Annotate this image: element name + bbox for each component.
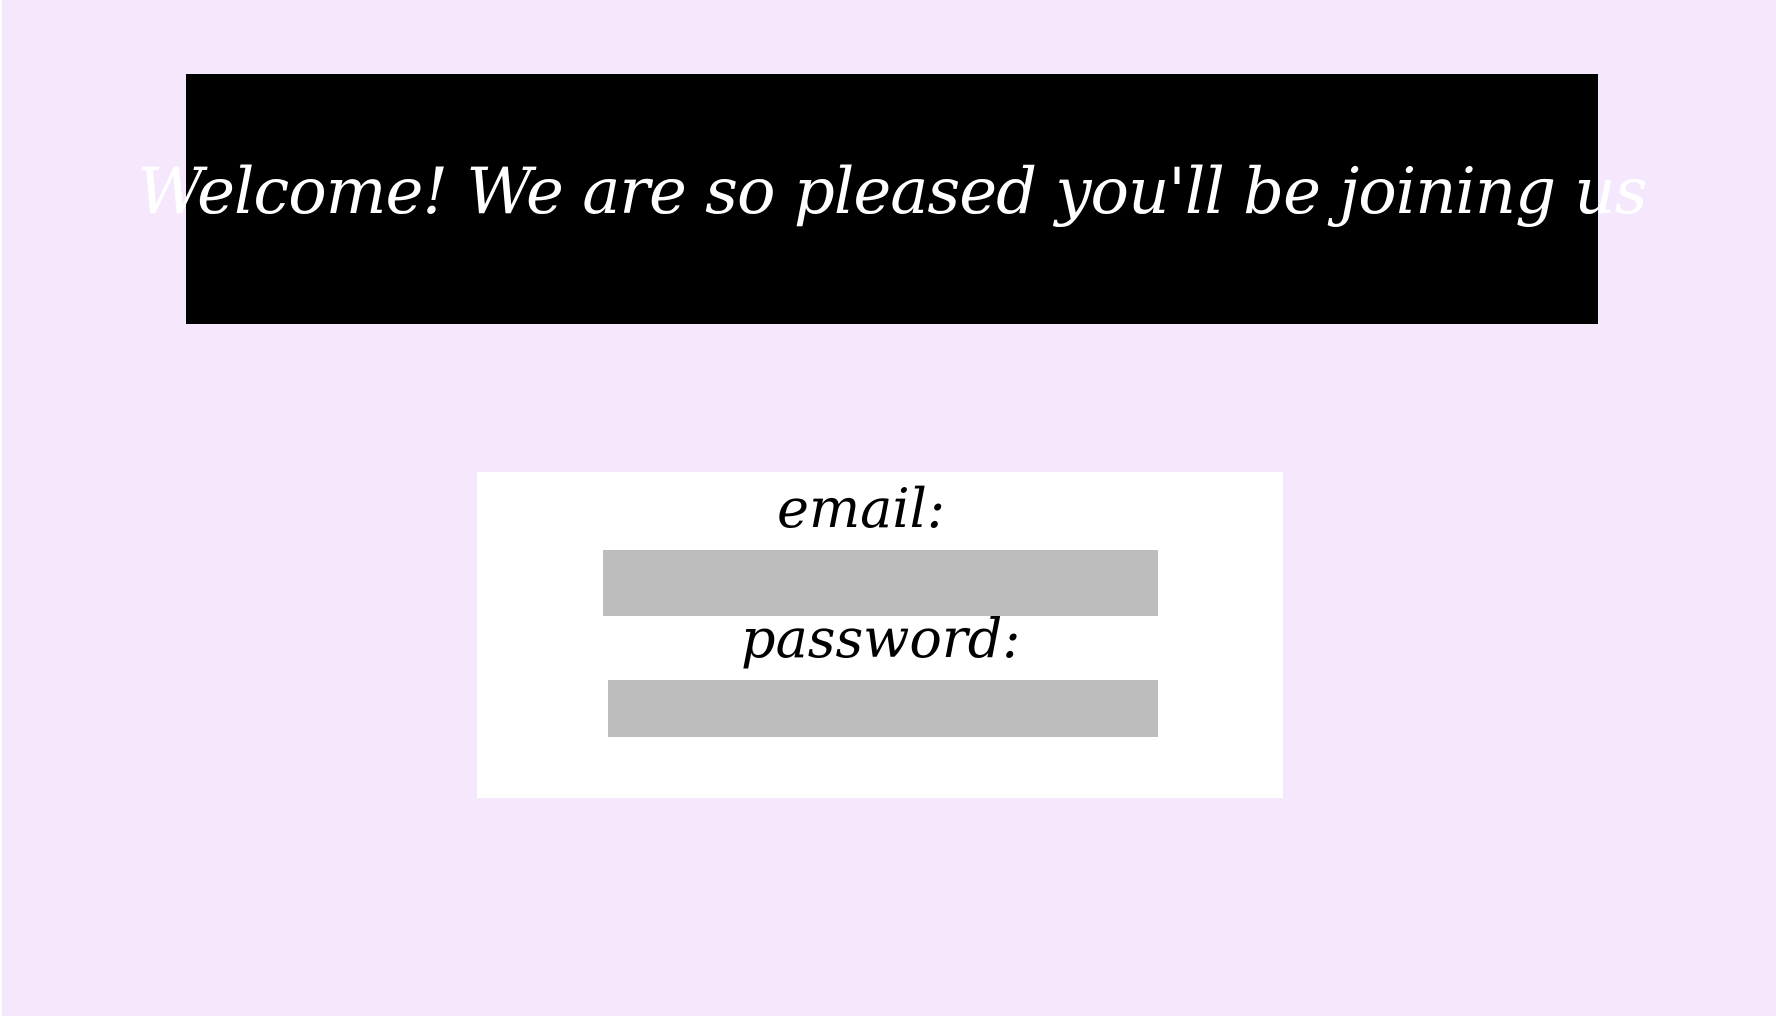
password-field[interactable] (608, 680, 1158, 737)
email-label: email: (777, 477, 946, 540)
login-form: email: password: (477, 472, 1283, 798)
welcome-banner: Welcome! We are so pleased you'll be joi… (138, 74, 1647, 324)
page-background: Welcome! We are so pleased you'll be joi… (2, 0, 1776, 1016)
welcome-heading: Welcome! We are so pleased you'll be joi… (137, 155, 1648, 229)
password-label: password: (741, 607, 1021, 670)
